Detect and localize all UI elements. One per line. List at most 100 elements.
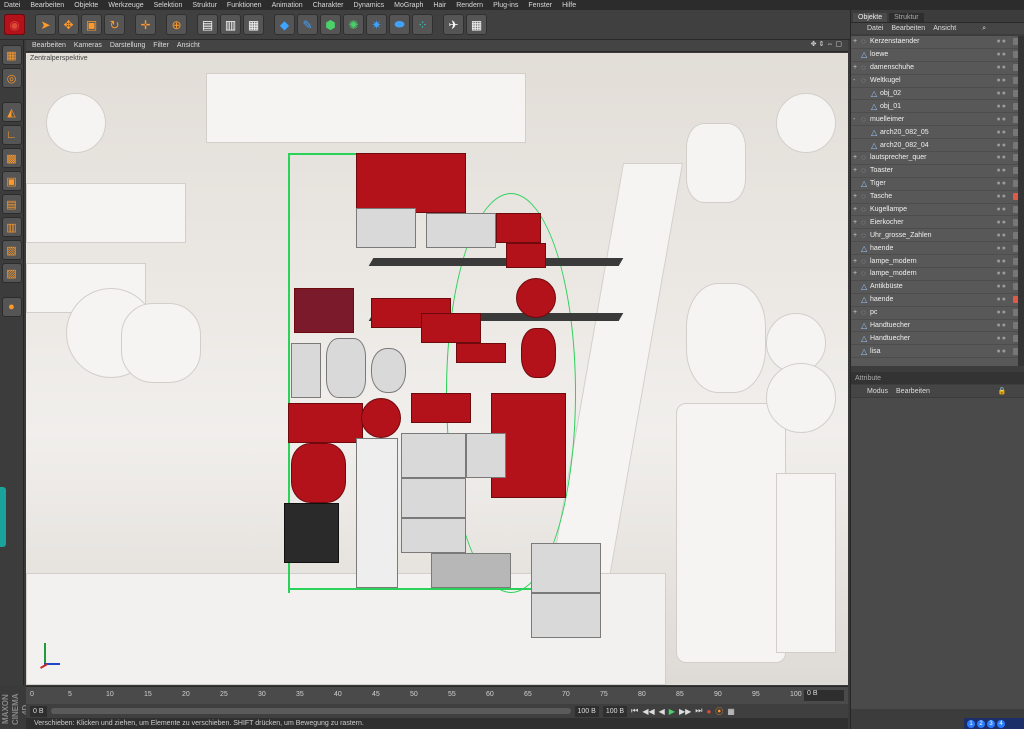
visibility-dots-icon[interactable]: ●● <box>997 38 1007 45</box>
visibility-dots-icon[interactable]: ●● <box>997 64 1007 71</box>
visibility-dots-icon[interactable]: ●● <box>997 219 1007 226</box>
snap-icon[interactable]: ▨ <box>1 263 22 283</box>
record-icon[interactable]: ● <box>706 707 711 716</box>
visibility-dots-icon[interactable]: ●● <box>997 270 1007 277</box>
edges-mode-icon[interactable]: ▤ <box>1 194 22 214</box>
object-row[interactable]: △ haende ●● <box>851 294 1024 307</box>
object-row[interactable]: △ arch20_082_04 ●● <box>851 139 1024 153</box>
object-row[interactable]: △ loewe ●● <box>851 49 1024 62</box>
current-frame-field[interactable]: 100 B <box>574 705 599 717</box>
menu-animation[interactable]: Animation <box>272 2 303 9</box>
visibility-dots-icon[interactable]: ●● <box>997 90 1007 97</box>
timeline[interactable]: 0 5 10 15 20 25 30 35 40 45 50 55 60 65 70 75 80 85 90 95 10… <box>26 686 848 704</box>
object-row[interactable]: △ Handtuecher ●● <box>851 332 1024 346</box>
rotate-tool-icon[interactable]: ↻ <box>104 14 125 35</box>
object-row[interactable]: △ obj_02 ●● <box>851 88 1024 101</box>
expand-toggle-icon[interactable]: + <box>853 193 861 200</box>
subdivision-surface-icon[interactable]: ⬢ <box>320 14 341 35</box>
viewport-nav-icons[interactable]: ✥⇕⇔▢ <box>811 40 844 48</box>
viewport-menu-kameras[interactable]: Kameras <box>74 42 102 49</box>
viewport-menu-darstellung[interactable]: Darstellung <box>110 42 145 49</box>
render-settings-icon[interactable]: ▦ <box>243 14 264 35</box>
expand-toggle-icon[interactable]: + <box>853 270 861 277</box>
menu-charakter[interactable]: Charakter <box>313 2 344 9</box>
visibility-dots-icon[interactable]: ●● <box>997 348 1007 355</box>
visibility-dots-icon[interactable]: ●● <box>997 142 1007 149</box>
object-row[interactable]: △ obj_01 ●● <box>851 100 1024 114</box>
object-row[interactable]: - ◌ Weltkugel ●● <box>851 75 1024 88</box>
menu-rendern[interactable]: Rendern <box>456 2 483 9</box>
expand-toggle-icon[interactable]: + <box>853 232 861 239</box>
object-row[interactable]: + ◌ pc ●● <box>851 307 1024 320</box>
viewport[interactable]: Zentralperspektive <box>26 53 848 685</box>
go-to-end-icon[interactable]: ⏭ <box>695 706 702 716</box>
coordinate-system-icon[interactable]: ⊕ <box>166 14 187 35</box>
model-mode-icon[interactable]: ◎ <box>1 68 22 88</box>
layout-slot-icon[interactable]: 2 <box>977 719 985 728</box>
object-mode-icon[interactable]: ◭ <box>1 102 22 122</box>
polygons-mode-icon[interactable]: ▥ <box>1 217 22 237</box>
visibility-dots-icon[interactable]: ●● <box>997 103 1007 110</box>
frame-range-slider[interactable] <box>50 708 571 714</box>
render-view-icon[interactable]: ▤ <box>197 14 218 35</box>
object-row[interactable]: + ◌ Kugellampe ●● <box>851 204 1024 217</box>
object-row[interactable]: + ◌ Tasche ●● <box>851 191 1024 204</box>
next-key-icon[interactable]: ▶▶ <box>679 707 691 716</box>
menu-bearbeiten[interactable]: Bearbeiten <box>30 2 64 9</box>
menu-mograph[interactable]: MoGraph <box>394 2 423 9</box>
timeline-end-frame[interactable]: 0 B <box>804 690 844 701</box>
spline-pen-icon[interactable]: ✎ <box>297 14 318 35</box>
live-selection-icon[interactable]: ✛ <box>135 14 156 35</box>
object-row[interactable]: + ◌ damenschuhe ●● <box>851 62 1024 75</box>
object-row[interactable]: + ◌ lampe_modern ●● <box>851 255 1024 269</box>
deformer-icon[interactable]: ✷ <box>366 14 387 35</box>
visibility-dots-icon[interactable]: ●● <box>997 206 1007 213</box>
menu-hilfe[interactable]: Hilfe <box>562 2 576 9</box>
texture-mode-icon[interactable]: ∟ <box>1 125 22 145</box>
expand-toggle-icon[interactable]: + <box>853 154 861 161</box>
object-row[interactable]: △ Tiger ●● <box>851 178 1024 191</box>
visibility-dots-icon[interactable]: ●● <box>997 167 1007 174</box>
expand-toggle-icon[interactable]: + <box>853 167 861 174</box>
light-icon[interactable]: ▦ <box>466 14 487 35</box>
visibility-dots-icon[interactable]: ●● <box>997 180 1007 187</box>
visibility-dots-icon[interactable]: ●● <box>997 116 1007 123</box>
camera-icon[interactable]: ✈ <box>443 14 464 35</box>
environment-icon[interactable]: ⬬ <box>389 14 410 35</box>
visibility-dots-icon[interactable]: ●● <box>997 193 1007 200</box>
sculpt-icon[interactable]: ● <box>1 297 22 317</box>
selection-arrow-icon[interactable]: ➤ <box>35 14 56 35</box>
timeline-ruler[interactable]: 0 5 10 15 20 25 30 35 40 45 50 55 60 65 70 75 80 85 90 95 10… <box>30 687 802 705</box>
expand-toggle-icon[interactable]: + <box>853 219 861 226</box>
render-picture-viewer-icon[interactable]: ▥ <box>220 14 241 35</box>
object-row[interactable]: △ arch20_082_05 ●● <box>851 126 1024 140</box>
object-row[interactable]: △ Handtuecher ●● <box>851 320 1024 333</box>
object-row[interactable]: + ◌ Toaster ●● <box>851 165 1024 178</box>
object-row[interactable]: △ lisa ●● <box>851 345 1024 359</box>
visibility-dots-icon[interactable]: ●● <box>997 232 1007 239</box>
cube-object-icon[interactable]: ◆ <box>274 14 295 35</box>
expand-toggle-icon[interactable]: + <box>853 64 861 71</box>
object-row[interactable]: + ◌ lampe_modern ●● <box>851 268 1024 281</box>
layout-icon[interactable]: ◉ <box>4 14 25 35</box>
menu-selektion[interactable]: Selektion <box>154 2 183 9</box>
play-icon[interactable]: ▶ <box>669 707 675 716</box>
particles-icon[interactable]: ⁘ <box>412 14 433 35</box>
tab-struktur[interactable]: Struktur <box>889 13 924 22</box>
menu-objekte[interactable]: Objekte <box>74 2 98 9</box>
viewport-menu-filter[interactable]: Filter <box>153 42 169 49</box>
object-row[interactable]: - ◌ muelleimer ●● <box>851 113 1024 127</box>
expand-toggle-icon[interactable]: - <box>853 77 861 84</box>
visibility-dots-icon[interactable]: ●● <box>997 322 1007 329</box>
autokey-icon[interactable]: ⦿ <box>715 706 723 717</box>
menu-attr-bearbeiten[interactable]: Bearbeiten <box>896 388 930 395</box>
menu-fenster[interactable]: Fenster <box>528 2 552 9</box>
object-row[interactable]: + ◌ Eierkocher ●● <box>851 216 1024 230</box>
object-row[interactable]: + ◌ Kerzenstaender ●● <box>851 36 1024 49</box>
search-icon[interactable]: ⌕ <box>982 25 986 33</box>
make-editable-icon[interactable]: ▦ <box>1 45 22 65</box>
points-mode-icon[interactable]: ▣ <box>1 171 22 191</box>
side-panel-handle[interactable] <box>0 487 6 547</box>
visibility-dots-icon[interactable]: ●● <box>997 51 1007 58</box>
menu-dynamics[interactable]: Dynamics <box>353 2 384 9</box>
